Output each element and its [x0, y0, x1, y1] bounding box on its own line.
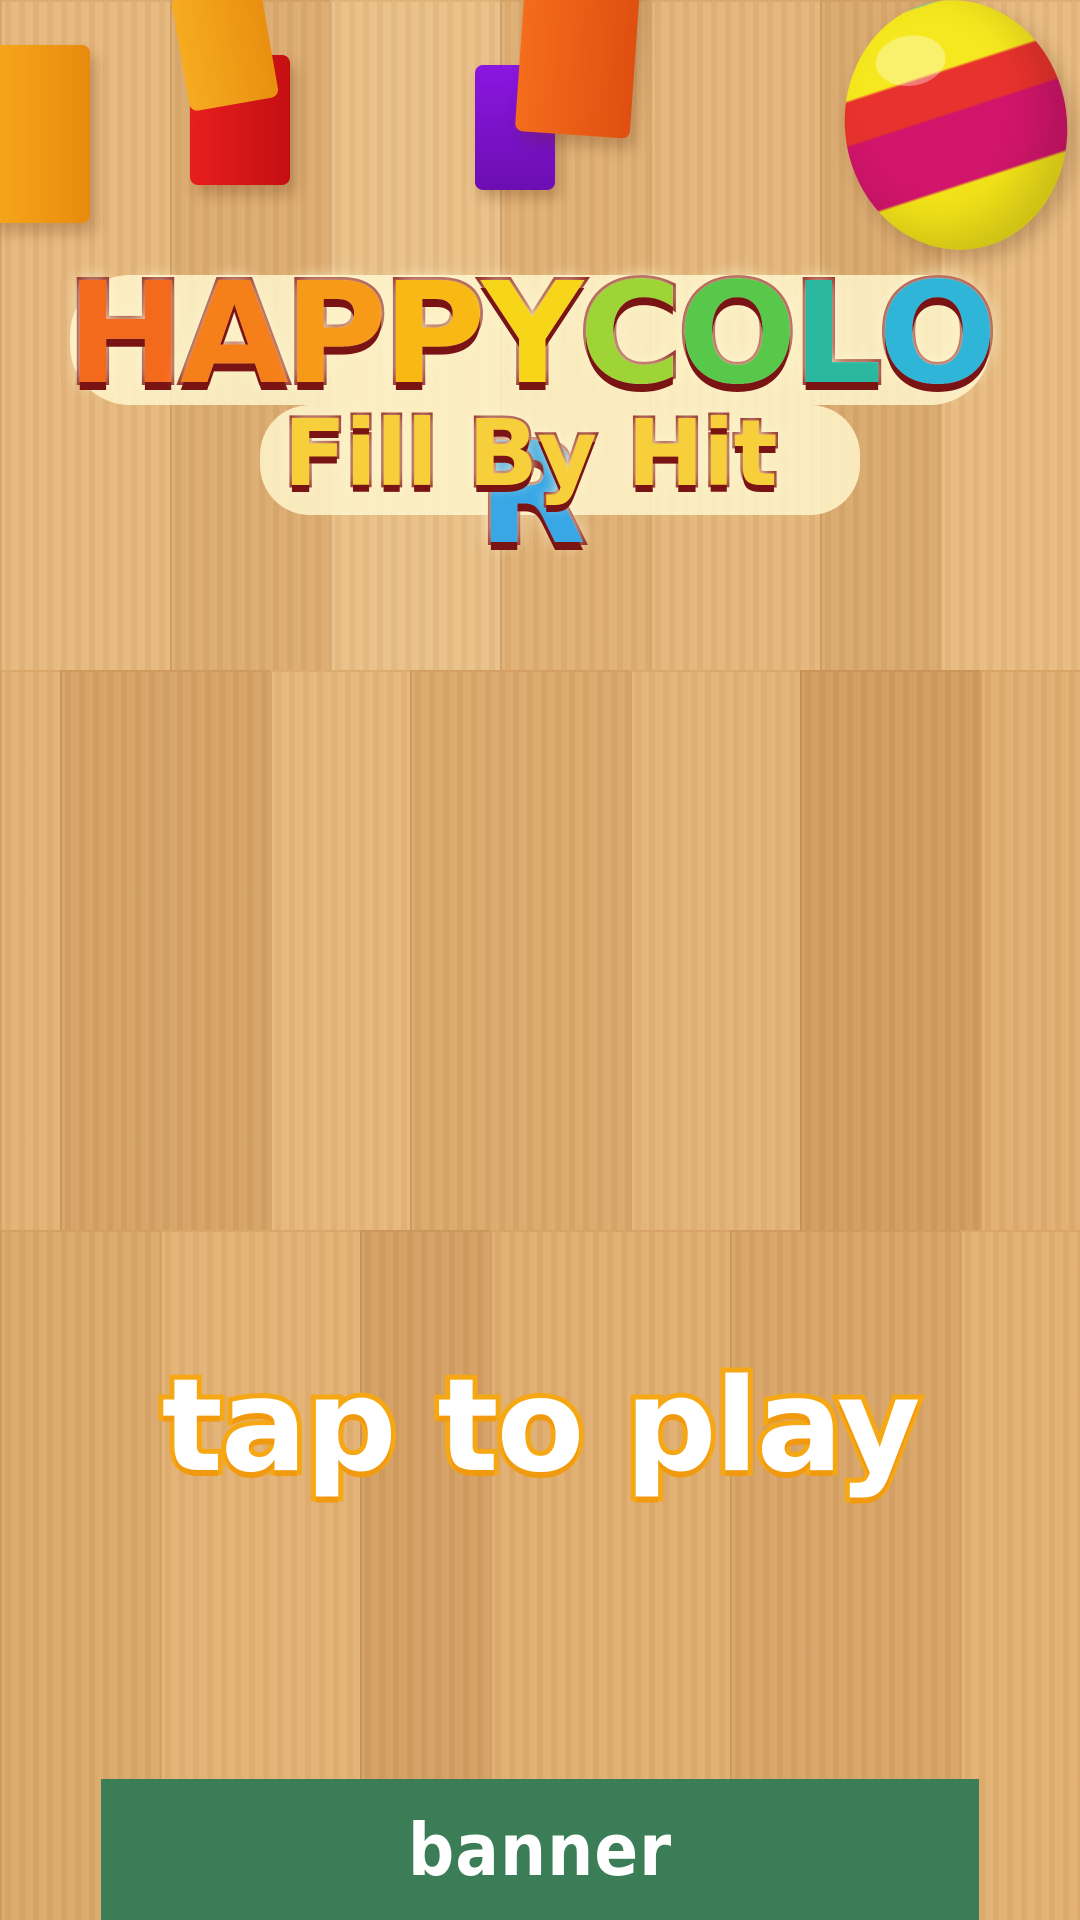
tap-to-play-prompt[interactable]: tap to play — [0, 1347, 1080, 1506]
orange-block-left — [0, 45, 90, 223]
logo-subtitle: Fill By Hit — [281, 398, 780, 510]
logo-letter: A — [177, 252, 291, 418]
logo-letter: Y — [479, 252, 586, 418]
logo-letter: L — [790, 252, 885, 418]
ad-banner[interactable]: banner — [101, 1779, 979, 1920]
logo-letter: O — [675, 252, 800, 418]
ball-highlight — [872, 31, 949, 91]
logo-letter: H — [64, 252, 187, 418]
orange-block-stacked — [170, 0, 280, 112]
logo-letter: O — [875, 252, 1000, 418]
logo-letter: P — [281, 252, 390, 418]
game-logo: HAPPYCOLOR Fill By Hit — [60, 252, 1000, 578]
logo-letter: P — [380, 252, 489, 418]
logo-letter: C — [576, 252, 685, 418]
banner-label: banner — [407, 1807, 673, 1892]
dark-orange-block — [514, 0, 641, 139]
